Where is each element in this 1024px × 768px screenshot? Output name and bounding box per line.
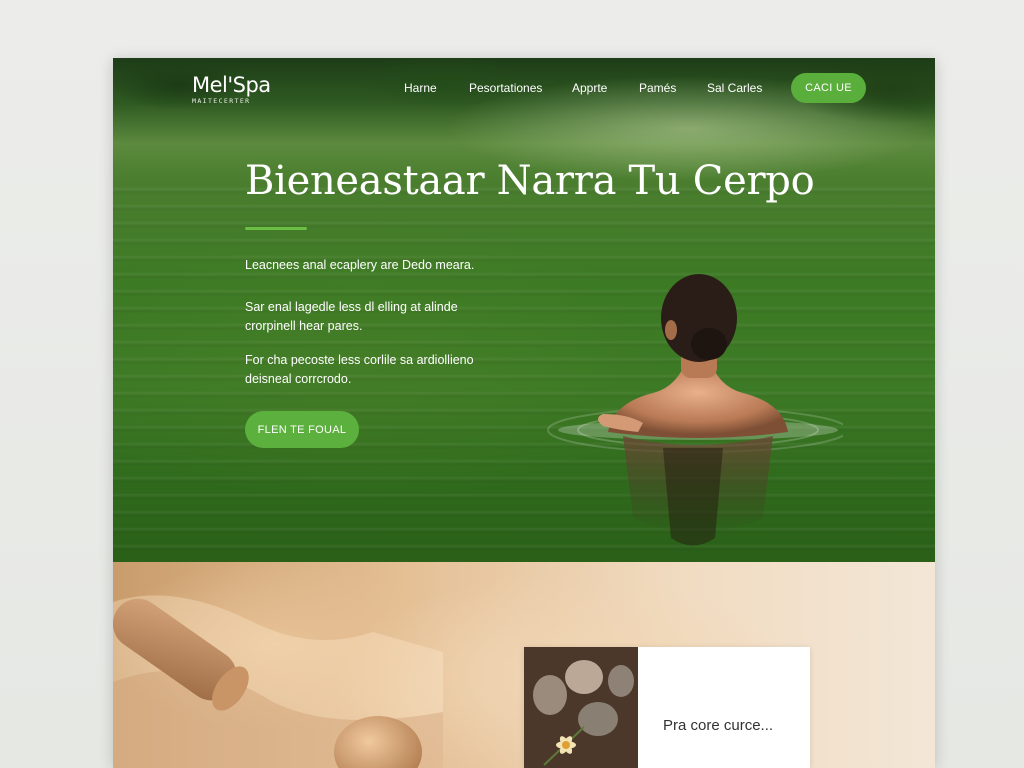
hero-title: Bieneastaar Narra Tu Cerpo: [245, 158, 815, 204]
header-cta-button[interactable]: CACI UE: [791, 73, 866, 103]
service-card[interactable]: Pra core curce...: [524, 647, 810, 768]
hero-paragraph-2: For cha pecoste less corlile sa ardiolli…: [245, 351, 474, 389]
logo-subtitle: MAITECERTER: [192, 97, 251, 105]
nav-item-sal-carles[interactable]: Sal Carles: [707, 81, 762, 95]
hero-section: Mel'Spa MAITECERTER Harne Pesortationes …: [113, 58, 935, 562]
nav-item-home[interactable]: Harne: [404, 81, 437, 95]
logo-title: Mel'Spa: [192, 73, 271, 97]
website-frame: Mel'Spa MAITECERTER Harne Pesortationes …: [113, 58, 935, 768]
hero-lead-text: Leacnees anal ecaplery are Dedo meara.: [245, 258, 475, 272]
spa-towel-photo: [113, 595, 443, 768]
site-header: Mel'Spa MAITECERTER Harne Pesortationes …: [113, 58, 935, 120]
card-caption: Pra core curce...: [663, 717, 774, 734]
nav-item-pames[interactable]: Pamés: [639, 81, 676, 95]
hero-paragraph-1-line-2: crorpinell hear pares.: [245, 319, 363, 333]
hero-paragraph-1-line-1: Sar enal lagedle less dl elling at alind…: [245, 300, 458, 314]
woman-bathing-photo: [547, 274, 843, 546]
spa-stones-photo: [524, 647, 638, 768]
services-section: Pra core curce...: [113, 562, 935, 768]
hero-paragraph-1: Sar enal lagedle less dl elling at alind…: [245, 298, 458, 336]
nav-item-apprte[interactable]: Apprte: [572, 81, 607, 95]
hero-paragraph-2-line-2: deisneal corrcrodo.: [245, 372, 352, 386]
nav-item-presentations[interactable]: Pesortationes: [469, 81, 542, 95]
brand-logo[interactable]: Mel'Spa MAITECERTER: [192, 74, 271, 105]
title-divider: [245, 227, 307, 230]
hero-paragraph-2-line-1: For cha pecoste less corlile sa ardiolli…: [245, 353, 474, 367]
hero-cta-button[interactable]: FLEN TE FOUAL: [245, 411, 359, 448]
